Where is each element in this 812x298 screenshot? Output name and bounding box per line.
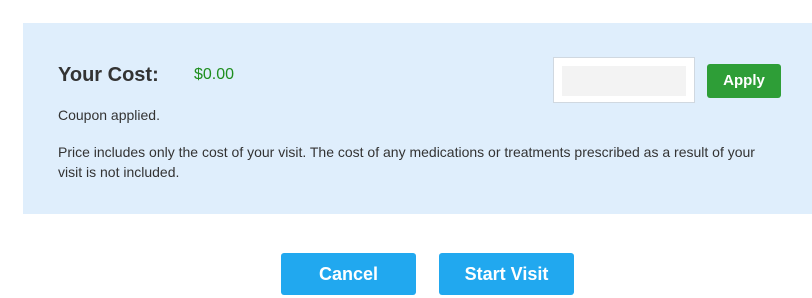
cancel-button[interactable]: Cancel [281,253,416,295]
price-disclaimer: Price includes only the cost of your vis… [58,144,755,180]
apply-coupon-button[interactable]: Apply [707,64,781,98]
coupon-code-input[interactable] [562,66,686,96]
cost-summary-panel: Your Cost: $0.00 Coupon applied. Price i… [23,23,812,214]
cost-label: Your Cost: [58,64,159,86]
coupon-input-container [553,57,695,103]
coupon-status-text: Coupon applied. [58,107,160,123]
cost-amount: $0.00 [194,66,235,83]
start-visit-button[interactable]: Start Visit [439,253,574,295]
visit-cost-page: Your Cost: $0.00 Coupon applied. Price i… [0,0,812,298]
